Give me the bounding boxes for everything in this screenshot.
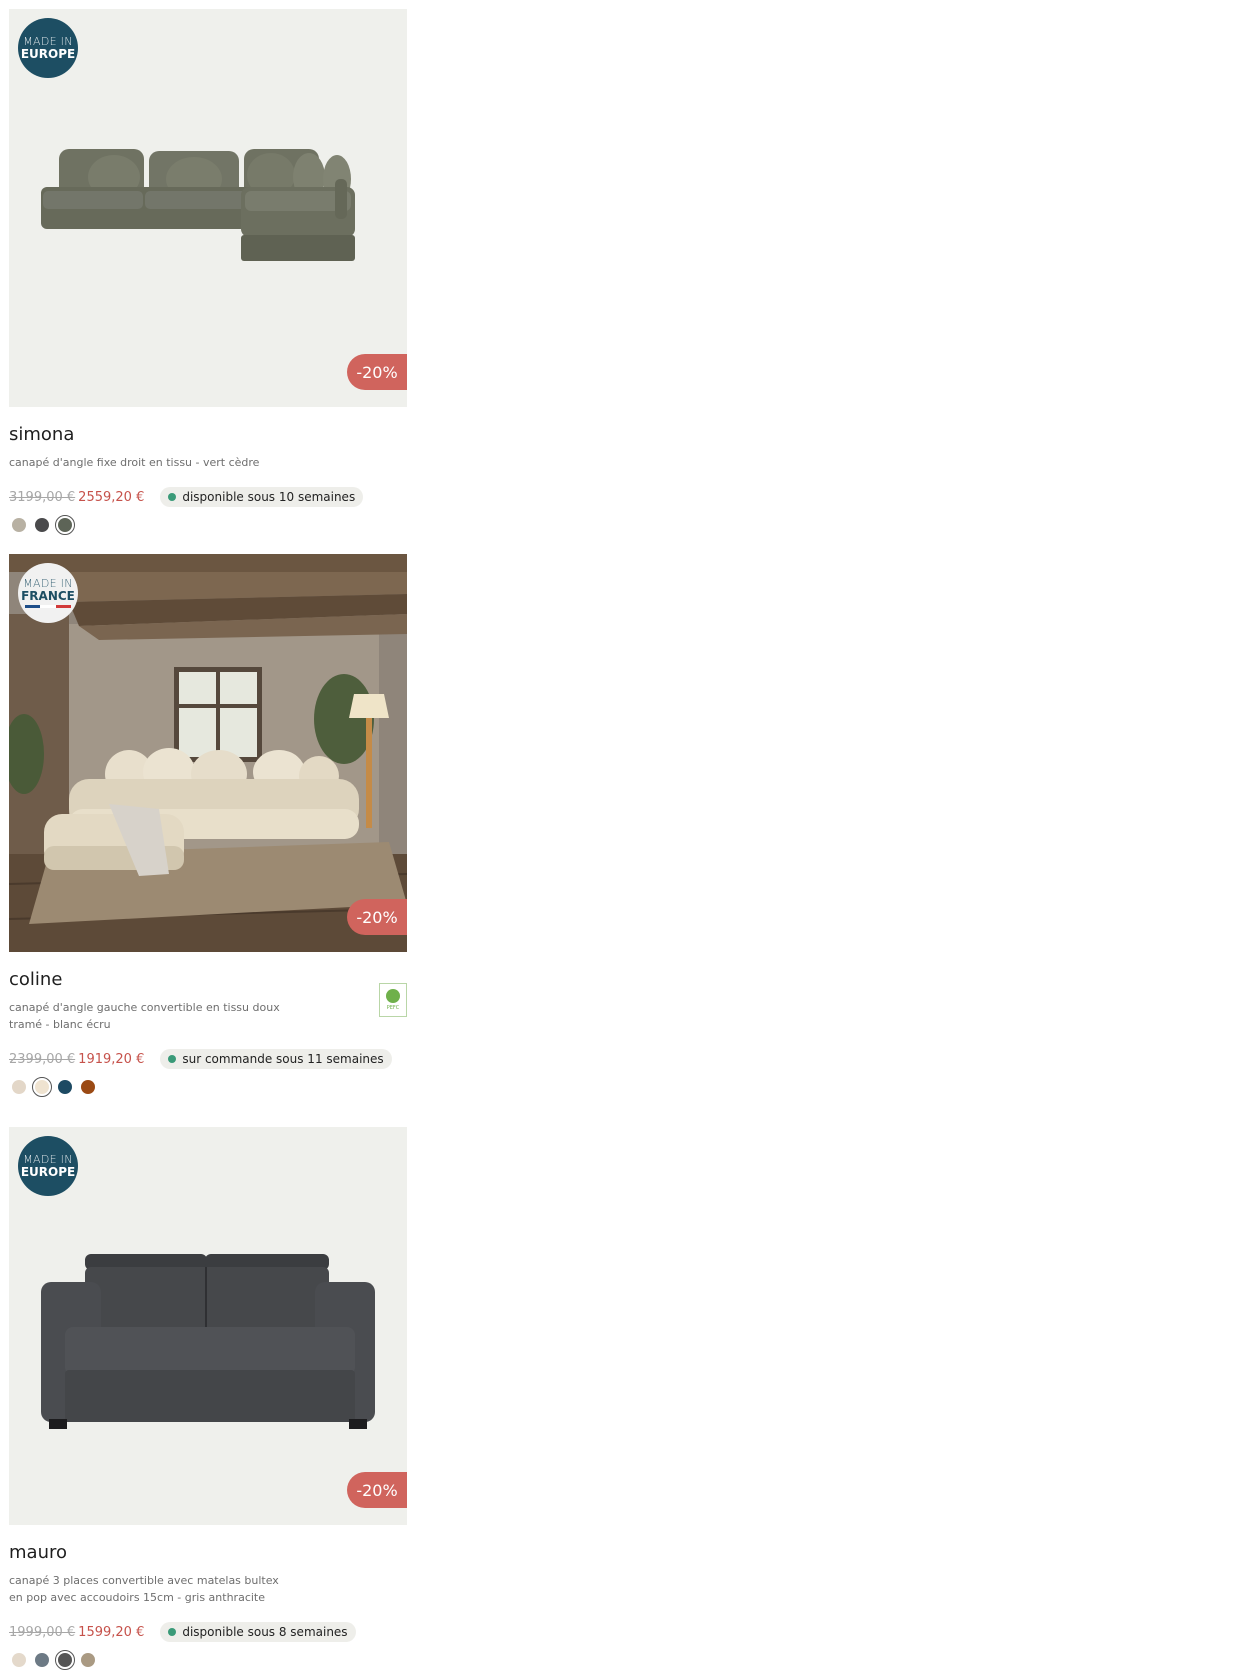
color-swatch-selected[interactable]	[55, 515, 75, 535]
product-description: canapé 3 places convertible avec matelas…	[9, 1574, 279, 1604]
old-price: 3199,00 €	[9, 489, 76, 505]
product-card[interactable]: MADE IN EUROPE -20% mauro canapé 3 place…	[9, 1127, 407, 1670]
color-swatch-selected[interactable]	[55, 1650, 75, 1670]
availability-dot-icon	[168, 493, 177, 501]
color-swatch-selected[interactable]	[32, 1077, 52, 1097]
product-description: canapé d'angle fixe droit en tissu - ver…	[9, 456, 260, 469]
color-swatch[interactable]	[32, 1650, 52, 1670]
product-image[interactable]: MADE IN EUROPE -20%	[9, 9, 407, 407]
color-swatch[interactable]	[9, 515, 29, 535]
discount-badge: -20%	[347, 1472, 407, 1508]
color-swatch[interactable]	[9, 1077, 29, 1097]
availability-dot-icon	[168, 1055, 177, 1063]
price-row: 2399,00 € 1919,20 € sur commande sous 11…	[9, 1049, 407, 1069]
badge-line1: MADE IN	[23, 577, 73, 590]
sale-price: 1919,20 €	[78, 1051, 145, 1067]
product-card[interactable]: MADE IN FRANCE -20% coline PEFC canapé d…	[9, 554, 407, 1097]
color-swatches	[9, 1650, 407, 1670]
availability-dot-icon	[168, 1628, 177, 1636]
made-in-france-badge: MADE IN FRANCE	[18, 563, 78, 623]
availability-text: disponible sous 10 semaines	[182, 490, 356, 504]
availability-badge: disponible sous 8 semaines	[160, 1622, 356, 1642]
badge-line2: EUROPE	[20, 47, 76, 61]
availability-text: sur commande sous 11 semaines	[182, 1052, 384, 1066]
product-image[interactable]: MADE IN EUROPE -20%	[9, 1127, 407, 1525]
discount-badge: -20%	[347, 899, 407, 935]
pefc-certification-icon: PEFC	[379, 983, 407, 1017]
badge-line2: EUROPE	[20, 1165, 76, 1179]
discount-badge: -20%	[347, 354, 407, 390]
old-price: 2399,00 €	[9, 1051, 76, 1067]
color-swatch[interactable]	[9, 1650, 29, 1670]
badge-line1: MADE IN	[23, 1153, 73, 1166]
price-row: 1999,00 € 1599,20 € disponible sous 8 se…	[9, 1622, 407, 1642]
color-swatch[interactable]	[78, 1650, 98, 1670]
color-swatches	[9, 1077, 407, 1097]
badge-line1: MADE IN	[23, 35, 73, 48]
product-description: canapé d'angle gauche convertible en tis…	[9, 1001, 280, 1031]
french-flag-icon	[25, 605, 71, 608]
product-image[interactable]: MADE IN FRANCE -20%	[9, 554, 407, 952]
availability-badge: sur commande sous 11 semaines	[160, 1049, 392, 1069]
color-swatch[interactable]	[32, 515, 52, 535]
sale-price: 1599,20 €	[78, 1624, 145, 1640]
availability-badge: disponible sous 10 semaines	[160, 487, 364, 507]
availability-text: disponible sous 8 semaines	[182, 1625, 348, 1639]
badge-line2: FRANCE	[21, 589, 75, 603]
product-card[interactable]: MADE IN EUROPE -20% simona canapé d'angl…	[9, 9, 407, 535]
old-price: 1999,00 €	[9, 1624, 76, 1640]
made-in-europe-badge: MADE IN EUROPE	[18, 18, 78, 78]
pefc-label: PEFC	[386, 1005, 400, 1011]
sale-price: 2559,20 €	[78, 489, 145, 505]
product-title[interactable]: coline	[9, 969, 407, 991]
product-title[interactable]: mauro	[9, 1542, 407, 1564]
color-swatches	[9, 515, 407, 535]
color-swatch[interactable]	[55, 1077, 75, 1097]
price-row: 3199,00 € 2559,20 € disponible sous 10 s…	[9, 487, 407, 507]
product-title[interactable]: simona	[9, 424, 407, 446]
color-swatch[interactable]	[78, 1077, 98, 1097]
made-in-europe-badge: MADE IN EUROPE	[18, 1136, 78, 1196]
